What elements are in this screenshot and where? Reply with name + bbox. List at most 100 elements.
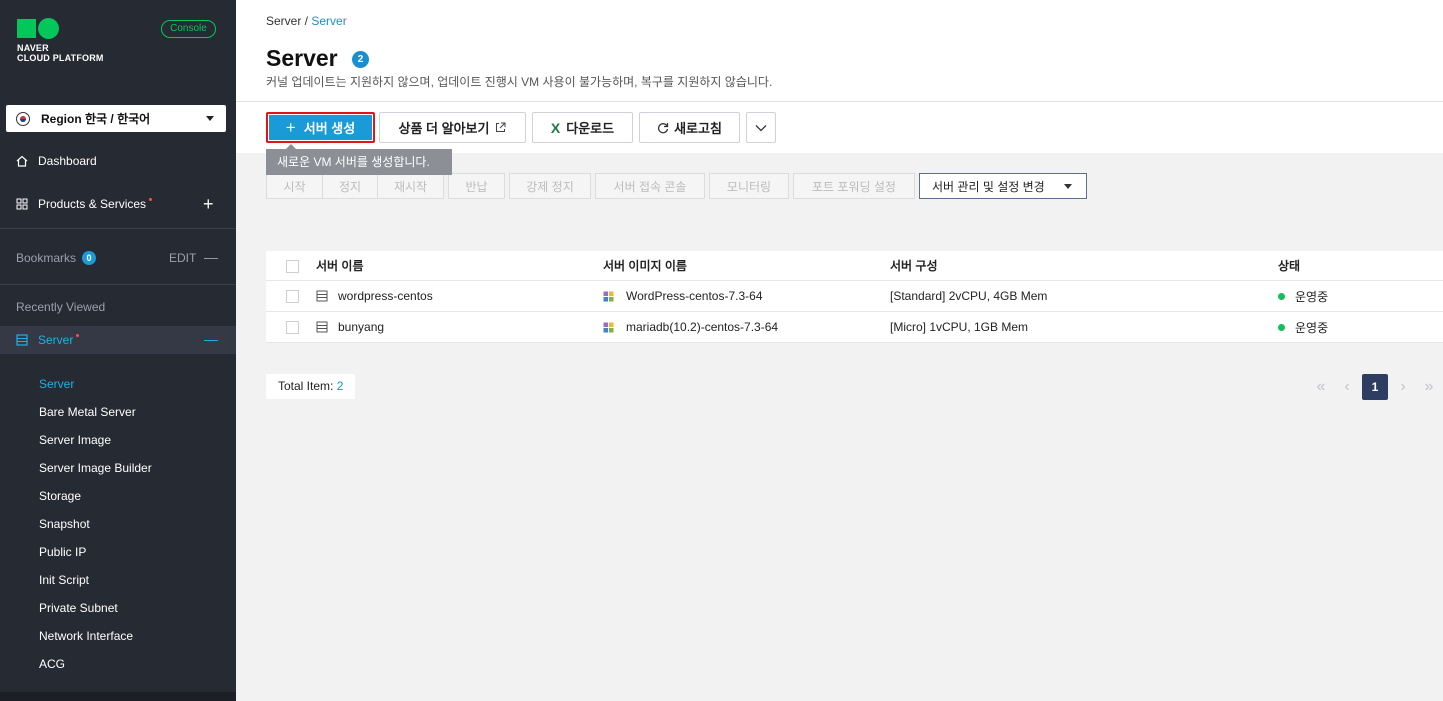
sidebar: NAVER CLOUD PLATFORM Console Region 한국 /… [0, 0, 236, 701]
nav-server-group[interactable]: Server — [0, 326, 236, 354]
page-number-current[interactable]: 1 [1362, 374, 1388, 400]
first-page-icon[interactable]: « [1308, 374, 1334, 400]
refresh-button[interactable]: 새로고침 [639, 112, 740, 143]
server-icon [316, 321, 328, 333]
new-indicator-dot [149, 197, 153, 201]
port-forwarding-button[interactable]: 포트 포워딩 설정 [793, 173, 915, 199]
submenu-private-subnet[interactable]: Private Subnet [39, 601, 152, 629]
server-manage-dropdown[interactable]: 서버 관리 및 설정 변경 [919, 173, 1087, 199]
submenu-server-image[interactable]: Server Image [39, 433, 152, 461]
collapse-minus-icon[interactable]: — [204, 331, 218, 347]
korea-flag-icon [16, 111, 30, 126]
os-image-icon [603, 322, 614, 332]
server-action-bar: 시작 정지 재시작 반납 강제 정지 서버 접속 콘솔 모니터링 포트 포워딩 … [266, 173, 919, 199]
server-submenu: Server Bare Metal Server Server Image Se… [39, 377, 152, 685]
monitoring-button[interactable]: 모니터링 [709, 173, 789, 199]
return-button[interactable]: 반납 [448, 173, 505, 199]
server-manage-label: 서버 관리 및 설정 변경 [932, 179, 1045, 194]
breadcrumb: Server / Server [266, 14, 347, 28]
new-indicator-dot [76, 333, 80, 337]
caret-down-icon [1064, 184, 1072, 189]
server-console-button[interactable]: 서버 접속 콘솔 [595, 173, 705, 199]
total-items: Total Item: 2 [266, 374, 356, 399]
submenu-acg[interactable]: ACG [39, 657, 152, 685]
toolbar: + 서버 생성 상품 더 알아보기 X 다운로드 새로고침 [236, 102, 1443, 153]
stop-button[interactable]: 정지 [322, 173, 377, 199]
nav-dashboard[interactable]: Dashboard [16, 154, 97, 168]
total-items-value: 2 [336, 379, 344, 393]
console-badge[interactable]: Console [161, 20, 216, 38]
learn-more-button[interactable]: 상품 더 알아보기 [379, 112, 526, 143]
server-status: 운영중 [1295, 289, 1329, 304]
refresh-icon [658, 122, 669, 133]
prev-page-icon[interactable]: ‹ [1334, 374, 1360, 400]
select-all-checkbox[interactable] [286, 260, 299, 273]
next-page-icon[interactable]: › [1390, 374, 1416, 400]
restart-button[interactable]: 재시작 [377, 173, 444, 199]
server-image-name: mariadb(10.2)-centos-7.3-64 [626, 320, 779, 334]
plus-icon: + [285, 117, 296, 137]
server-table: 서버 이름 서버 이미지 이름 서버 구성 상태 wordpress-cento… [266, 251, 1443, 343]
submenu-server[interactable]: Server [39, 377, 152, 405]
status-running-dot [1278, 323, 1285, 331]
submenu-storage[interactable]: Storage [39, 489, 152, 517]
table-row[interactable]: wordpress-centos WordPress-centos-7.3-64… [266, 281, 1443, 312]
nav-dashboard-label: Dashboard [38, 154, 97, 168]
server-icon [316, 290, 328, 302]
download-label: 다운로드 [566, 121, 615, 136]
caret-down-icon [206, 116, 214, 121]
home-icon [16, 155, 28, 167]
server-count-badge: 2 [352, 51, 369, 68]
submenu-snapshot[interactable]: Snapshot [39, 517, 152, 545]
server-status: 운영중 [1295, 320, 1329, 335]
collapse-minus-icon[interactable]: — [204, 249, 218, 265]
external-link-icon [496, 122, 506, 132]
column-header-image[interactable]: 서버 이미지 이름 [603, 251, 687, 280]
logo-line-2: CLOUD PLATFORM [17, 53, 104, 63]
table-header-row: 서버 이름 서버 이미지 이름 서버 구성 상태 [266, 251, 1443, 281]
breadcrumb-current: Server [311, 14, 347, 28]
submenu-init-script[interactable]: Init Script [39, 573, 152, 601]
create-server-button[interactable]: + 서버 생성 [266, 112, 375, 143]
logo-line-1: NAVER [17, 43, 49, 53]
column-header-name[interactable]: 서버 이름 [316, 251, 364, 280]
page-header: Server / Server Server 2 커널 업데이트는 지원하지 않… [236, 0, 1443, 102]
refresh-label: 새로고침 [674, 121, 722, 136]
excel-icon: X [550, 119, 561, 136]
column-header-status[interactable]: 상태 [1278, 251, 1300, 280]
bookmarks-section: Bookmarks 0 [16, 251, 97, 265]
nav-products-services[interactable]: Products & Services [16, 197, 153, 211]
server-name: bunyang [338, 320, 385, 334]
submenu-public-ip[interactable]: Public IP [39, 545, 152, 573]
breadcrumb-root[interactable]: Server / [266, 14, 308, 28]
last-page-icon[interactable]: » [1416, 374, 1442, 400]
bookmarks-label: Bookmarks [16, 251, 77, 265]
server-name: wordpress-centos [338, 289, 433, 303]
download-button[interactable]: X 다운로드 [532, 112, 633, 143]
submenu-bare-metal-server[interactable]: Bare Metal Server [39, 405, 152, 433]
more-options-button[interactable] [746, 112, 776, 143]
region-selector[interactable]: Region 한국 / 한국어 [6, 105, 226, 132]
chevron-down-icon [755, 124, 767, 131]
server-spec: [Standard] 2vCPU, 4GB Mem [890, 289, 1048, 303]
column-header-spec[interactable]: 서버 구성 [890, 251, 938, 280]
start-button[interactable]: 시작 [266, 173, 322, 199]
naver-cloud-logo[interactable]: NAVER CLOUD PLATFORM [17, 18, 104, 63]
grid-icon [16, 198, 28, 210]
row-checkbox[interactable] [286, 290, 299, 303]
create-server-label: 서버 생성 [303, 121, 356, 136]
server-image-name: WordPress-centos-7.3-64 [626, 289, 763, 303]
create-server-tooltip: 새로운 VM 서버를 생성합니다. [266, 144, 452, 175]
sidebar-divider [0, 284, 236, 285]
expand-plus-icon[interactable]: + [203, 195, 214, 213]
learn-more-label: 상품 더 알아보기 [398, 121, 490, 136]
submenu-network-interface[interactable]: Network Interface [39, 629, 152, 657]
force-stop-button[interactable]: 강제 정지 [509, 173, 591, 199]
submenu-server-image-builder[interactable]: Server Image Builder [39, 461, 152, 489]
bookmarks-edit-link[interactable]: EDIT [169, 251, 196, 265]
table-row[interactable]: bunyang mariadb(10.2)-centos-7.3-64 [Mic… [266, 312, 1443, 343]
sidebar-divider [0, 228, 236, 229]
total-items-label: Total Item: [278, 379, 334, 393]
logo-mark-icon [17, 18, 104, 39]
row-checkbox[interactable] [286, 321, 299, 334]
